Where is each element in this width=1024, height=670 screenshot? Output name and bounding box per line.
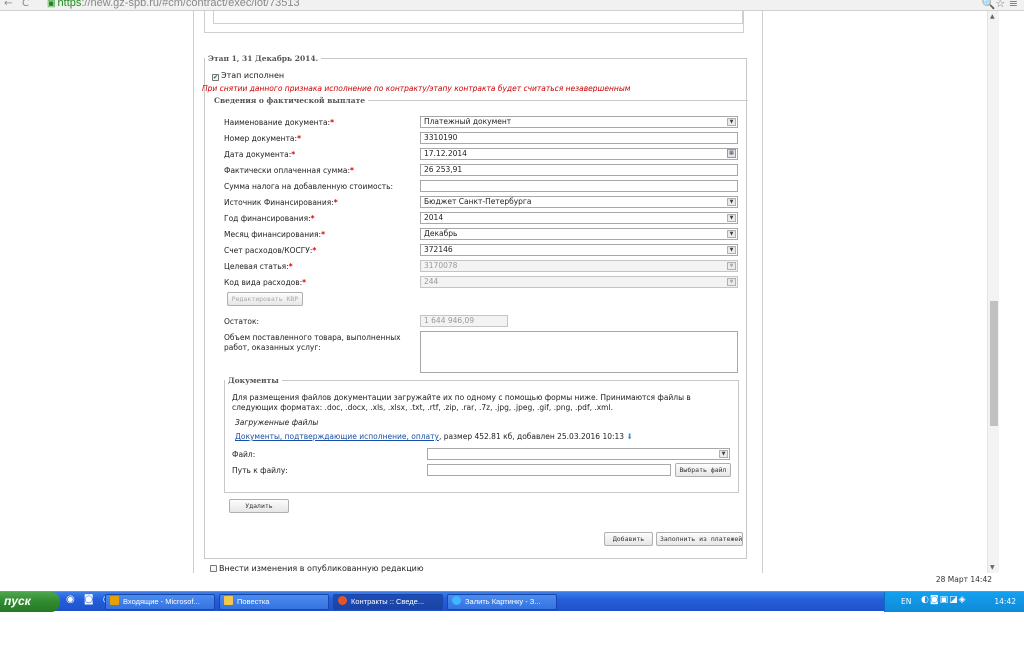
- task-inbox[interactable]: Входящие - Microsof...: [105, 594, 215, 610]
- edit-kvr-button[interactable]: Редактировать КВР: [227, 292, 303, 306]
- datetime-label: 28 Март 14:42: [935, 575, 992, 584]
- expense-account-label: Счет расходов/КОСГУ:*: [224, 246, 317, 255]
- choose-file-button[interactable]: Выбрать файл: [675, 463, 731, 477]
- page-content: Этап 1, 31 Декабрь 2014. ✔ Этап исполнен …: [193, 11, 763, 573]
- stage-completed-checkbox-row[interactable]: ✔ Этап исполнен: [212, 71, 284, 81]
- target-article-label: Целевая статья:*: [224, 262, 293, 271]
- chevron-down-icon: ▼: [727, 278, 736, 286]
- task-upload-picture[interactable]: Залить Картинку - З...: [447, 594, 557, 610]
- completion-warning: При снятии данного признака исполнение п…: [202, 84, 631, 93]
- vertical-scrollbar[interactable]: ▲ ▼: [987, 11, 999, 573]
- vat-sum-input[interactable]: [420, 180, 738, 192]
- stage-completed-label: Этап исполнен: [221, 71, 285, 80]
- outlook-icon: [110, 596, 119, 605]
- doc-name-label: Наименование документа:*: [224, 118, 335, 127]
- reload-icon[interactable]: C: [22, 0, 29, 9]
- doc-number-label: Номер документа:*: [224, 134, 301, 143]
- expense-code-select: 244 ▼: [420, 276, 738, 288]
- expense-account-select[interactable]: 372146 ▼: [420, 244, 738, 256]
- uploaded-files-label: Загруженные файлы: [235, 418, 319, 427]
- chevron-down-icon[interactable]: ▼: [727, 118, 736, 126]
- add-button[interactable]: Добавить: [604, 532, 653, 546]
- url-path: ://new.gz-spb.ru/#cm/contract/exec/lot/7…: [81, 0, 300, 9]
- doc-date-input[interactable]: 17.12.2014 ▦: [420, 148, 738, 160]
- doc-date-label: Дата документа:*: [224, 150, 296, 159]
- payment-legend: Сведения о фактической выплате: [214, 96, 365, 105]
- doc-name-select[interactable]: Платежный документ ▼: [420, 116, 738, 128]
- expense-code-label: Код вида расходов:*: [224, 278, 307, 287]
- fin-source-select[interactable]: Бюджет Санкт-Петербурга ▼: [420, 196, 738, 208]
- chevron-down-icon: ▼: [727, 262, 736, 270]
- task-contracts[interactable]: Контракты :: Сведе...: [333, 594, 443, 610]
- chevron-down-icon[interactable]: ▼: [727, 230, 736, 238]
- browser-menu-icons[interactable]: 🔍☆ ≡: [982, 0, 1018, 10]
- path-input[interactable]: [427, 464, 671, 476]
- tray-icons[interactable]: ◐◙▣◪◈: [921, 595, 967, 605]
- remainder-label: Остаток:: [224, 317, 260, 326]
- publish-changes-checkbox-row[interactable]: Внести изменения в опубликованную редакц…: [210, 564, 424, 573]
- chevron-down-icon[interactable]: ▼: [727, 246, 736, 254]
- stage-completed-checkbox[interactable]: ✔: [212, 74, 219, 81]
- paid-sum-input[interactable]: 26 253,91: [420, 164, 738, 176]
- chevron-down-icon[interactable]: ▼: [727, 198, 736, 206]
- tray-clock[interactable]: 14:42: [994, 597, 1016, 606]
- documents-instructions: Для размещения файлов документации загру…: [232, 393, 691, 412]
- volume-label: Объем поставленного товара, выполненных …: [224, 333, 401, 352]
- back-icon[interactable]: ←: [4, 0, 12, 9]
- address-bar[interactable]: ▣ https://new.gz-spb.ru/#cm/contract/exec…: [47, 0, 300, 9]
- file-label: Файл:: [232, 450, 256, 459]
- chevron-down-icon[interactable]: ▼: [727, 214, 736, 222]
- scroll-down-icon[interactable]: ▼: [990, 564, 995, 571]
- language-indicator[interactable]: EN: [901, 597, 911, 606]
- task-agenda[interactable]: Повестка: [219, 594, 329, 610]
- browser-icon: [338, 596, 347, 605]
- calendar-icon[interactable]: ▦: [727, 149, 736, 158]
- volume-textarea[interactable]: [420, 331, 738, 373]
- taskbar: пуск ◉ ◙ ◎ Входящие - Microsof... Повест…: [0, 591, 1024, 612]
- doc-number-input[interactable]: 3310190: [420, 132, 738, 144]
- chevron-down-icon[interactable]: ▼: [719, 450, 728, 458]
- fin-month-label: Месяц финансирования:*: [224, 230, 326, 239]
- vat-sum-label: Сумма налога на добавленную стоимость:: [224, 182, 394, 191]
- path-label: Путь к файлу:: [232, 466, 288, 475]
- remainder-input: 1 644 946,09: [420, 315, 508, 327]
- system-tray: EN ◐◙▣◪◈ 14:42: [884, 592, 1024, 612]
- date-strip: 28 Март 14:42: [0, 573, 1024, 586]
- fin-month-select[interactable]: Декабрь ▼: [420, 228, 738, 240]
- scroll-thumb[interactable]: [990, 301, 998, 426]
- uploaded-file-meta: , размер 452.81 кб, добавлен 25.03.2016 …: [438, 432, 625, 441]
- paid-sum-label: Фактически оплаченная сумма:*: [224, 166, 354, 175]
- target-article-select: 3170078 ▼: [420, 260, 738, 272]
- previous-section-inner-box: [213, 11, 743, 24]
- fin-year-select[interactable]: 2014 ▼: [420, 212, 738, 224]
- publish-changes-checkbox[interactable]: [210, 565, 217, 572]
- ie-icon: [452, 596, 461, 605]
- fin-year-label: Год финансирования:*: [224, 214, 315, 223]
- previous-section-box: [204, 11, 744, 33]
- lock-icon: ▣: [47, 0, 56, 8]
- uploaded-file-row: Документы, подтверждающие исполнение, оп…: [235, 432, 633, 442]
- file-select[interactable]: ▼: [427, 448, 730, 460]
- folder-icon: [224, 596, 233, 605]
- attachment-icon[interactable]: ⬇: [626, 432, 632, 441]
- url-scheme: https: [57, 0, 82, 9]
- documents-legend: Документы: [228, 376, 279, 385]
- stage-legend: Этап 1, 31 Декабрь 2014.: [208, 54, 319, 63]
- fin-source-label: Источник Финансирования:*: [224, 198, 338, 207]
- fill-from-payments-button[interactable]: Заполнить из платежей: [656, 532, 743, 546]
- start-button[interactable]: пуск: [0, 592, 60, 612]
- browser-toolbar: ← C ▣ https://new.gz-spb.ru/#cm/contract/…: [0, 0, 1024, 11]
- publish-changes-label: Внести изменения в опубликованную редакц…: [219, 564, 424, 573]
- scroll-up-icon[interactable]: ▲: [990, 13, 995, 20]
- delete-button[interactable]: Удалить: [229, 499, 289, 513]
- uploaded-file-link[interactable]: Документы, подтверждающие исполнение, оп…: [235, 432, 439, 441]
